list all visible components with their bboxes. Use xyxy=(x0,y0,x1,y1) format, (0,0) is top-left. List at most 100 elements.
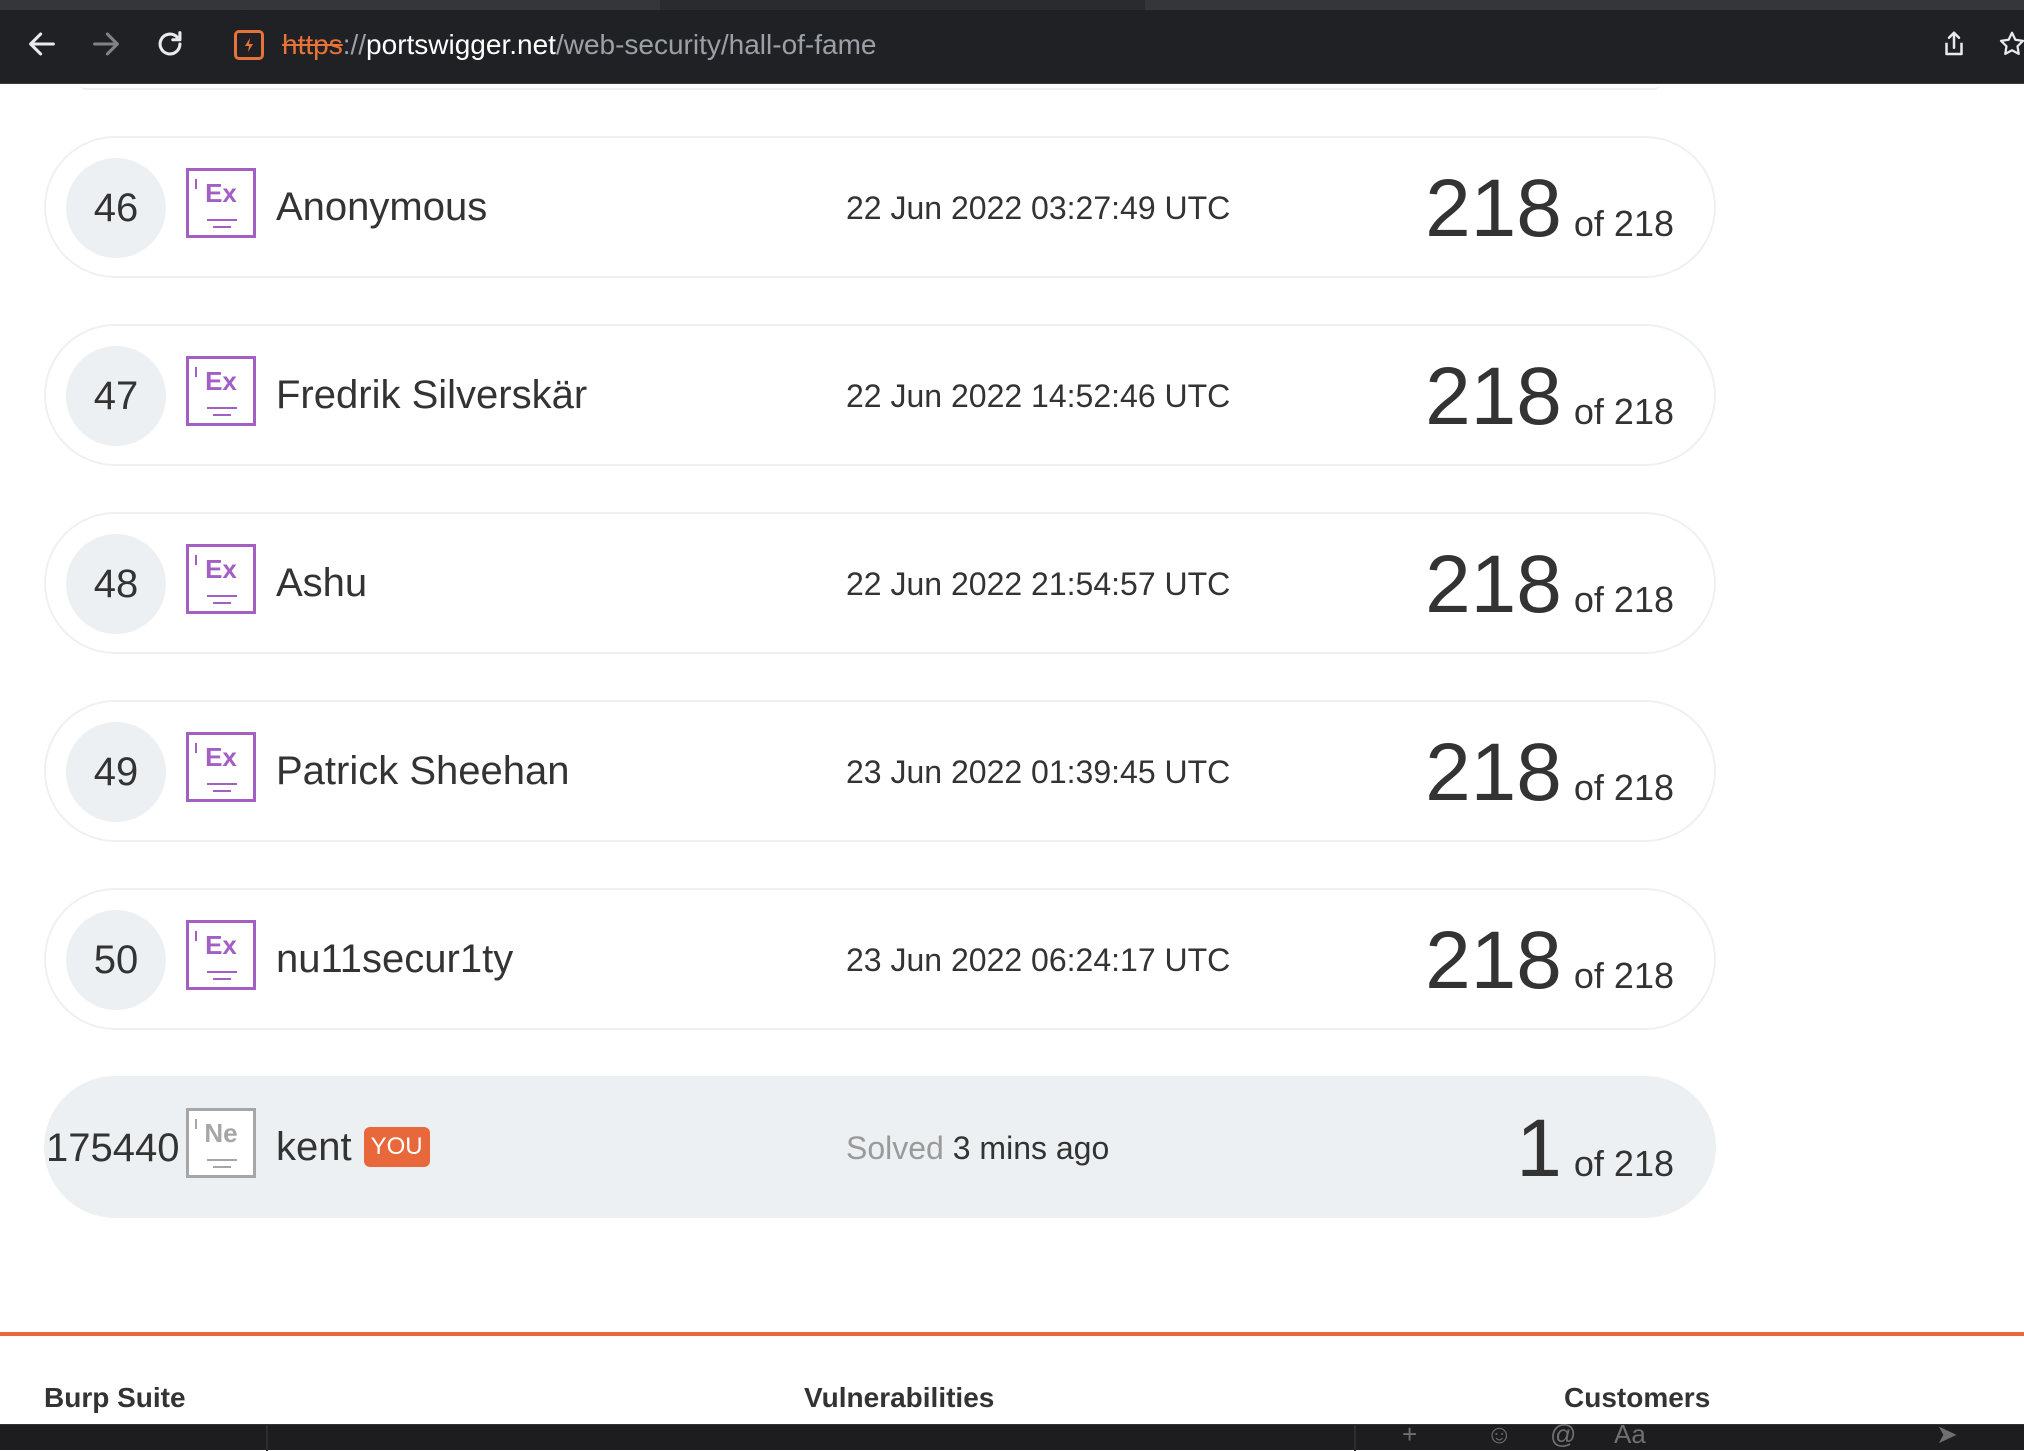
completion-date: 22 Jun 2022 21:54:57 UTC xyxy=(846,566,1231,602)
bottom-dock: + ☺ @ Aa ➤ xyxy=(0,1419,2024,1451)
bookmark-star-icon[interactable] xyxy=(1992,24,2024,64)
badge-line xyxy=(213,790,231,792)
dock-separator xyxy=(1354,1425,1356,1451)
rank-badge: 175440 xyxy=(46,1125,180,1170)
score-value: 218 xyxy=(1425,915,1562,1006)
badge-abbr: Ex xyxy=(205,366,237,396)
url-separator: :// xyxy=(342,29,367,60)
score-value: 218 xyxy=(1425,163,1562,254)
footer-nav: Burp Suite Vulnerabilities Customers xyxy=(0,1382,2024,1422)
tab[interactable] xyxy=(1145,0,2024,10)
url-host: portswigger.net xyxy=(366,29,556,60)
badge-line xyxy=(213,226,231,228)
url-scheme: https xyxy=(282,29,343,60)
mention-icon[interactable]: @ xyxy=(1550,1419,1576,1450)
user-name-wrapper: kent YOU xyxy=(276,1122,430,1172)
score-total: of 218 xyxy=(1573,579,1674,620)
expert-level-icon: Ex xyxy=(186,356,256,426)
back-arrow-icon[interactable] xyxy=(22,24,62,64)
expert-level-icon: Ex xyxy=(186,168,256,238)
badge-line xyxy=(207,595,237,597)
badge-line xyxy=(213,1166,231,1168)
score: 1 of 218 xyxy=(1516,1104,1674,1194)
user-name: Anonymous xyxy=(276,185,488,229)
leaderboard-list: 46 Ex Anonymous 22 Jun 2022 03:27:49 UTC… xyxy=(44,136,1716,1264)
reload-icon[interactable] xyxy=(150,24,190,64)
rank-badge: 46 xyxy=(66,158,166,258)
score-total: of 218 xyxy=(1573,391,1674,432)
completion-date: 23 Jun 2022 06:24:17 UTC xyxy=(846,942,1231,978)
user-name: Ashu xyxy=(276,561,368,605)
address-bar[interactable]: https://portswigger.net/web-security/hal… xyxy=(216,14,1916,76)
url-path: /web-security/hall-of-fame xyxy=(555,29,877,60)
badge-line xyxy=(207,971,237,973)
rank-badge: 48 xyxy=(66,534,166,634)
you-badge: YOU xyxy=(363,1127,430,1167)
badge-line xyxy=(207,783,237,785)
rank-badge: 49 xyxy=(66,722,166,822)
user-name: Patrick Sheehan xyxy=(276,749,570,793)
score-total: of 218 xyxy=(1573,955,1674,996)
leaderboard-row: 49 Ex Patrick Sheehan 23 Jun 2022 01:39:… xyxy=(44,700,1716,842)
leaderboard-row: 50 Ex nu11secur1ty 23 Jun 2022 06:24:17 … xyxy=(44,888,1716,1030)
expert-level-icon: Ex xyxy=(186,544,256,614)
novice-level-icon: Ne xyxy=(186,1108,256,1178)
rank-badge: 50 xyxy=(66,910,166,1010)
badge-line xyxy=(213,414,231,416)
site-info-icon[interactable] xyxy=(234,30,264,60)
rank-badge: 47 xyxy=(66,346,166,446)
plus-icon[interactable]: + xyxy=(1402,1419,1417,1450)
send-icon[interactable]: ➤ xyxy=(1936,1419,1958,1450)
solved-label: Solved xyxy=(846,1130,944,1166)
dock-separator xyxy=(266,1425,268,1451)
badge-abbr: Ex xyxy=(205,742,237,772)
hall-of-fame-page: 46 Ex Anonymous 22 Jun 2022 03:27:49 UTC… xyxy=(0,84,2024,1424)
score-value: 218 xyxy=(1425,727,1562,818)
score: 218 of 218 xyxy=(1425,728,1674,818)
badge-line xyxy=(213,602,231,604)
footer-heading-burp-suite[interactable]: Burp Suite xyxy=(44,1382,186,1414)
completion-date: 22 Jun 2022 14:52:46 UTC xyxy=(846,378,1231,414)
completion-date: 22 Jun 2022 03:27:49 UTC xyxy=(846,190,1231,226)
badge-abbr: Ne xyxy=(204,1118,238,1148)
expert-level-icon: Ex xyxy=(186,920,256,990)
solved-status: Solved 3 mins ago xyxy=(846,1128,1109,1168)
user-name: Fredrik Silverskär xyxy=(276,373,588,417)
badge-line xyxy=(207,1159,237,1161)
score: 218 of 218 xyxy=(1425,916,1674,1006)
user-name: kent xyxy=(276,1125,352,1169)
badge-line xyxy=(207,407,237,409)
badge-abbr: Ex xyxy=(205,554,237,584)
user-name: nu11secur1ty xyxy=(276,937,514,981)
leaderboard-row: 46 Ex Anonymous 22 Jun 2022 03:27:49 UTC… xyxy=(44,136,1716,278)
tab-strip xyxy=(0,0,2024,10)
current-user-row: 175440 Ne kent YOU Solved 3 mins ago 1 o… xyxy=(44,1076,1716,1218)
score-total: of 218 xyxy=(1573,767,1674,808)
url-text[interactable]: https://portswigger.net/web-security/hal… xyxy=(282,28,877,62)
tab[interactable] xyxy=(0,0,660,10)
score: 218 of 218 xyxy=(1425,540,1674,630)
text-format-icon[interactable]: Aa xyxy=(1614,1419,1646,1450)
footer-heading-customers[interactable]: Customers xyxy=(1564,1382,1710,1414)
footer-heading-vulnerabilities[interactable]: Vulnerabilities xyxy=(804,1382,994,1414)
score: 218 of 218 xyxy=(1425,164,1674,254)
emoji-icon[interactable]: ☺ xyxy=(1486,1419,1513,1450)
score-total: of 218 xyxy=(1573,1143,1674,1184)
leaderboard-row: 48 Ex Ashu 22 Jun 2022 21:54:57 UTC 218 … xyxy=(44,512,1716,654)
browser-toolbar: https://portswigger.net/web-security/hal… xyxy=(0,0,2024,84)
badge-abbr: Ex xyxy=(205,178,237,208)
forward-arrow-icon[interactable] xyxy=(86,24,126,64)
footer-divider xyxy=(0,1332,2024,1336)
badge-line xyxy=(213,978,231,980)
completion-date: 23 Jun 2022 01:39:45 UTC xyxy=(846,754,1231,790)
score-total: of 218 xyxy=(1573,203,1674,244)
score-value: 1 xyxy=(1516,1103,1562,1194)
share-icon[interactable] xyxy=(1934,24,1974,64)
badge-abbr: Ex xyxy=(205,930,237,960)
solved-time: 3 mins ago xyxy=(952,1130,1110,1166)
leaderboard-row: 47 Ex Fredrik Silverskär 22 Jun 2022 14:… xyxy=(44,324,1716,466)
badge-line xyxy=(207,219,237,221)
score: 218 of 218 xyxy=(1425,352,1674,442)
previous-row-edge xyxy=(80,84,1660,90)
expert-level-icon: Ex xyxy=(186,732,256,802)
